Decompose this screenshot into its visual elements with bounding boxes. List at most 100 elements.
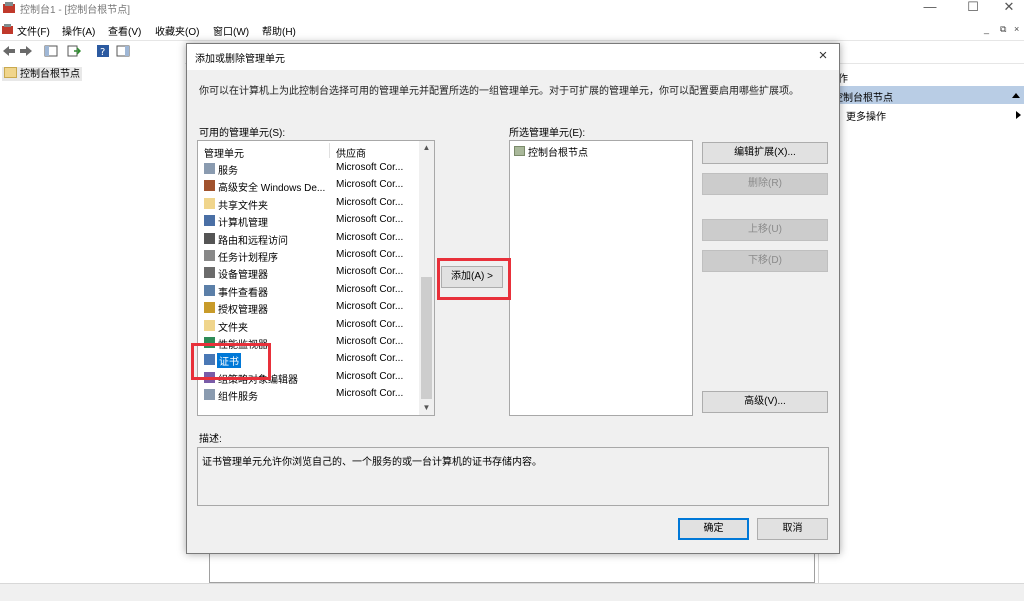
move-up-button[interactable]: 上移(U) bbox=[702, 219, 828, 241]
snapin-vendor: Microsoft Cor... bbox=[336, 336, 404, 347]
dialog-title: 添加或删除管理单元 bbox=[195, 54, 285, 65]
snapin-vendor: Microsoft Cor... bbox=[336, 231, 404, 243]
snapin-row[interactable]: 共享文件夹 Microsoft Cor... bbox=[198, 195, 419, 212]
help-icon[interactable]: ? bbox=[96, 44, 110, 58]
highlight-box-add bbox=[437, 258, 511, 300]
snapin-row[interactable]: 设备管理器 Microsoft Cor... bbox=[198, 264, 419, 281]
folder-icon bbox=[204, 319, 215, 331]
close-window-button[interactable]: ✕ bbox=[994, 0, 1024, 16]
submenu-arrow-icon bbox=[1016, 111, 1021, 119]
column-header-vendor[interactable]: 供应商 bbox=[336, 145, 366, 160]
highlight-box-certificate bbox=[191, 343, 271, 380]
snapin-row[interactable]: 授权管理器 Microsoft Cor... bbox=[198, 299, 419, 316]
dialog-close-button[interactable]: × bbox=[813, 47, 833, 64]
description-box: 证书管理单元允许你浏览自己的、一个服务的或一台计算机的证书存储内容。 bbox=[197, 447, 829, 506]
snapin-vendor: Microsoft Cor... bbox=[336, 318, 404, 330]
snapin-vendor: Microsoft Cor... bbox=[336, 266, 404, 278]
actions-section-console-root[interactable]: 控制台根节点 bbox=[819, 86, 1024, 104]
status-bar bbox=[0, 583, 1024, 601]
computer-icon bbox=[204, 215, 215, 227]
snapin-vendor: Microsoft Cor... bbox=[336, 179, 404, 191]
snapin-name: 计算机管理 bbox=[218, 218, 268, 230]
column-separator[interactable] bbox=[329, 143, 330, 158]
snapin-row[interactable]: 事件查看器 Microsoft Cor... bbox=[198, 282, 419, 299]
edit-extensions-button[interactable]: 编辑扩展(X)... bbox=[702, 142, 828, 164]
console-menu-icon[interactable] bbox=[2, 24, 13, 35]
snapin-row[interactable]: 任务计划程序 Microsoft Cor... bbox=[198, 247, 419, 264]
description-text: 证书管理单元允许你浏览自己的、一个服务的或一台计算机的证书存储内容。 bbox=[202, 457, 542, 468]
available-snapins-label: 可用的管理单元(S): bbox=[199, 128, 286, 139]
minimize-button[interactable]: — bbox=[915, 0, 945, 16]
menu-view[interactable]: 查看(V) bbox=[108, 23, 141, 38]
ok-button[interactable]: 确定 bbox=[678, 518, 749, 540]
folder-icon bbox=[204, 197, 215, 209]
key-icon bbox=[204, 302, 215, 314]
scroll-down-arrow-icon[interactable]: ▼ bbox=[419, 401, 434, 415]
window-title: 控制台1 - [控制台根节点] bbox=[20, 5, 131, 16]
move-down-button[interactable]: 下移(D) bbox=[702, 250, 828, 272]
cancel-button[interactable]: 取消 bbox=[757, 518, 828, 540]
scroll-thumb[interactable] bbox=[421, 277, 432, 399]
menu-favorites[interactable]: 收藏夹(O) bbox=[155, 23, 199, 38]
snapin-row[interactable]: 组件服务 Microsoft Cor... bbox=[198, 386, 419, 403]
list-scrollbar[interactable]: ▲ ▼ bbox=[419, 141, 434, 415]
snapin-vendor: Microsoft Cor... bbox=[336, 249, 404, 260]
snapin-row[interactable]: 路由和远程访问 Microsoft Cor... bbox=[198, 230, 419, 247]
export-list-icon[interactable] bbox=[67, 44, 81, 58]
menu-action[interactable]: 操作(A) bbox=[62, 23, 95, 38]
forward-arrow-icon[interactable] bbox=[19, 44, 33, 58]
selected-snapin-label: 控制台根节点 bbox=[528, 148, 588, 159]
maximize-button[interactable]: ☐ bbox=[958, 0, 988, 16]
more-actions-item[interactable]: 更多操作 bbox=[846, 108, 886, 123]
snapin-vendor: Microsoft Cor... bbox=[336, 388, 404, 400]
actions-section-label: 控制台根节点 bbox=[833, 93, 893, 104]
console-tree-pane bbox=[0, 63, 185, 600]
menu-window[interactable]: 窗口(W) bbox=[213, 23, 249, 38]
show-action-pane-icon[interactable] bbox=[116, 44, 130, 58]
snapin-name: 路由和远程访问 bbox=[218, 235, 288, 247]
actions-pane bbox=[818, 63, 1024, 583]
snapin-row[interactable]: 高级安全 Windows De... Microsoft Cor... bbox=[198, 177, 419, 194]
snapin-name: 事件查看器 bbox=[218, 287, 268, 299]
gear-icon bbox=[204, 163, 215, 174]
snapin-name: 文件夹 bbox=[218, 322, 248, 334]
snapin-name: 服务 bbox=[218, 166, 238, 177]
clock-icon bbox=[204, 250, 215, 261]
network-icon bbox=[204, 232, 215, 244]
mmc-app-icon bbox=[3, 2, 15, 13]
title-bar: 控制台1 - [控制台根节点] — ☐ ✕ bbox=[0, 0, 1024, 16]
snapin-row[interactable]: 计算机管理 Microsoft Cor... bbox=[198, 212, 419, 229]
selected-snapins-list[interactable]: 控制台根节点 bbox=[509, 140, 693, 416]
advanced-button[interactable]: 高级(V)... bbox=[702, 391, 828, 413]
tree-node-label: 控制台根节点 bbox=[20, 69, 80, 80]
back-arrow-icon[interactable] bbox=[2, 44, 16, 58]
snapin-name: 组件服务 bbox=[218, 392, 258, 404]
svg-text:?: ? bbox=[100, 47, 105, 58]
menu-bar bbox=[0, 18, 1024, 40]
snapin-row[interactable]: 文件夹 Microsoft Cor... bbox=[198, 317, 419, 334]
snapin-name: 任务计划程序 bbox=[218, 253, 278, 264]
show-hide-tree-icon[interactable] bbox=[44, 44, 58, 58]
list-header: 管理单元 供应商 bbox=[198, 141, 419, 160]
snapin-vendor: Microsoft Cor... bbox=[336, 353, 404, 365]
dialog-title-bar: 添加或删除管理单元 × bbox=[187, 44, 839, 70]
snapin-name: 共享文件夹 bbox=[218, 200, 268, 212]
snapin-row[interactable]: 服务 Microsoft Cor... bbox=[198, 160, 419, 177]
menu-help[interactable]: 帮助(H) bbox=[262, 23, 296, 38]
collapse-arrow-icon[interactable] bbox=[1012, 92, 1020, 98]
snapin-vendor: Microsoft Cor... bbox=[336, 162, 404, 173]
snapin-vendor: Microsoft Cor... bbox=[336, 370, 404, 382]
dialog-intro-text: 你可以在计算机上为此控制台选择可用的管理单元并配置所选的一组管理单元。对于可扩展… bbox=[199, 86, 799, 97]
mdi-close-button[interactable]: × bbox=[1014, 24, 1019, 34]
tree-node-console-root[interactable]: 控制台根节点 bbox=[2, 67, 82, 81]
console-root-icon bbox=[514, 146, 525, 156]
menu-file[interactable]: 文件(F) bbox=[17, 23, 50, 38]
folder-icon bbox=[4, 67, 17, 78]
column-header-name[interactable]: 管理单元 bbox=[204, 145, 244, 160]
selected-snapins-label: 所选管理单元(E): bbox=[509, 128, 586, 139]
log-icon bbox=[204, 284, 215, 296]
mdi-restore-button[interactable]: ⧉ bbox=[1000, 24, 1006, 35]
scroll-up-arrow-icon[interactable]: ▲ bbox=[419, 141, 434, 155]
mdi-minimize-button[interactable]: _ bbox=[984, 24, 989, 34]
remove-button[interactable]: 删除(R) bbox=[702, 173, 828, 195]
